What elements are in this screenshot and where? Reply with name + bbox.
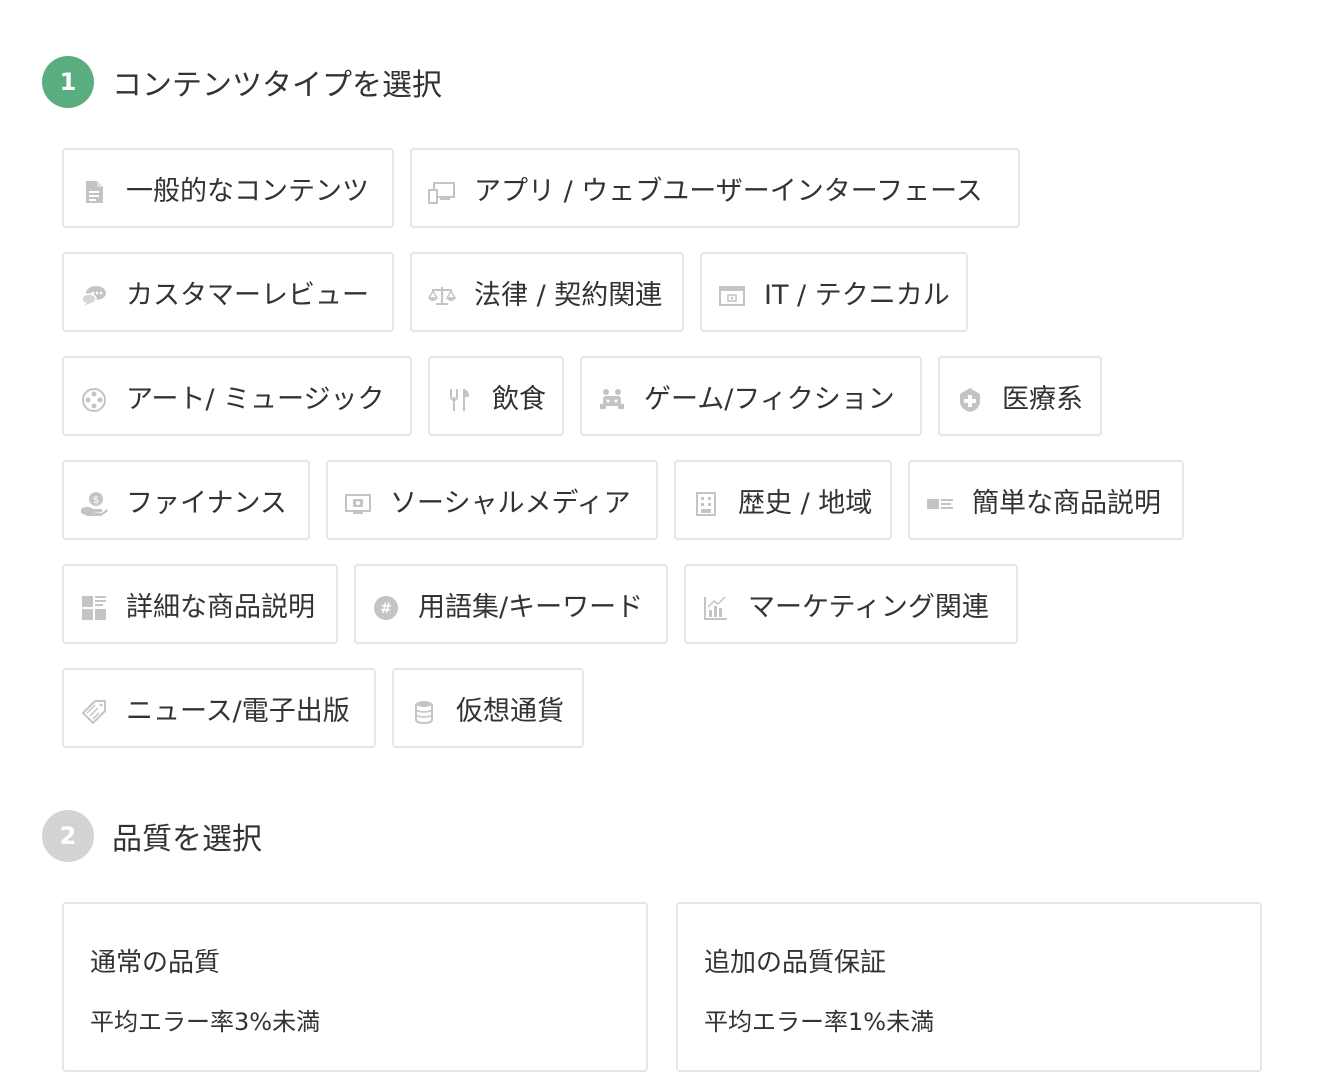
content-type-label: 簡単な商品説明: [972, 487, 1161, 519]
step-1-badge: 1: [42, 56, 94, 108]
quality-option-description: 平均エラー率1%未満: [704, 1008, 935, 1036]
tag-icon: [80, 698, 108, 726]
step-2-badge: 2: [42, 810, 94, 862]
svg-text:#: #: [380, 601, 392, 617]
social-screen-icon: [344, 490, 372, 518]
content-type-label: ソーシャルメディア: [390, 487, 631, 519]
content-type-legal[interactable]: 法律 / 契約関連: [410, 252, 684, 332]
coin-stack-icon: [410, 698, 438, 726]
document-icon: [80, 178, 108, 206]
content-type-app-web-ui[interactable]: アプリ / ウェブユーザーインターフェース: [410, 148, 1020, 228]
content-type-game-fiction[interactable]: ゲーム/フィクション: [580, 356, 922, 436]
quality-option-title: 通常の品質: [90, 948, 221, 978]
scales-icon: [428, 282, 456, 310]
content-type-art-music[interactable]: アート/ ミュージック: [62, 356, 412, 436]
content-type-glossary-keywords[interactable]: # 用語集/キーワード: [354, 564, 668, 644]
money-hand-icon: $: [80, 490, 108, 518]
content-type-label: 歴史 / 地域: [738, 487, 873, 519]
content-type-medical[interactable]: 医療系: [938, 356, 1102, 436]
chat-icon: [80, 282, 108, 310]
content-type-social-media[interactable]: ソーシャルメディア: [326, 460, 658, 540]
step-2-title: 品質を選択: [112, 822, 262, 857]
content-type-marketing[interactable]: マーケティング関連: [684, 564, 1018, 644]
quality-option-title: 追加の品質保証: [704, 948, 887, 978]
product-grid-icon: [80, 594, 108, 622]
step-1-header: 1 コンテンツタイプを選択: [42, 56, 442, 108]
content-type-label: 医療系: [1002, 383, 1083, 415]
step-2-header: 2 品質を選択: [42, 810, 262, 862]
quality-option-standard[interactable]: 通常の品質 平均エラー率3%未満: [62, 902, 648, 1072]
utensils-icon: [446, 386, 474, 414]
content-type-label: アート/ ミュージック: [126, 383, 385, 415]
content-type-label: 飲食: [492, 383, 546, 415]
film-reel-icon: [80, 386, 108, 414]
content-type-detailed-product-description[interactable]: 詳細な商品説明: [62, 564, 338, 644]
content-type-customer-reviews[interactable]: カスタマーレビュー: [62, 252, 394, 332]
content-type-food-beverage[interactable]: 飲食: [428, 356, 564, 436]
content-type-label: ファイナンス: [126, 487, 287, 519]
content-type-cryptocurrency[interactable]: 仮想通貨: [392, 668, 584, 748]
product-card-icon: [926, 490, 954, 518]
content-type-label: アプリ / ウェブユーザーインターフェース: [474, 175, 983, 207]
content-type-label: 用語集/キーワード: [418, 591, 644, 623]
content-type-label: IT / テクニカル: [764, 279, 950, 311]
medical-shield-icon: [956, 386, 984, 414]
browser-window-icon: [718, 282, 746, 310]
svg-text:$: $: [93, 495, 99, 506]
content-type-news-epublishing[interactable]: ニュース/電子出版: [62, 668, 376, 748]
building-icon: [692, 490, 720, 518]
content-type-general[interactable]: 一般的なコンテンツ: [62, 148, 394, 228]
step-1-title: コンテンツタイプを選択: [112, 68, 442, 103]
quality-option-description: 平均エラー率3%未満: [90, 1008, 321, 1036]
content-type-it-technical[interactable]: IT / テクニカル: [700, 252, 968, 332]
content-type-label: 一般的なコンテンツ: [126, 175, 369, 207]
content-type-label: カスタマーレビュー: [126, 279, 369, 311]
content-type-label: 詳細な商品説明: [126, 591, 315, 623]
devices-icon: [428, 178, 456, 206]
content-type-label: ゲーム/フィクション: [644, 383, 895, 415]
hashtag-icon: #: [372, 594, 400, 622]
bar-chart-icon: [702, 594, 730, 622]
content-type-history-region[interactable]: 歴史 / 地域: [674, 460, 892, 540]
content-type-label: 法律 / 契約関連: [474, 279, 663, 311]
game-character-icon: [598, 386, 626, 414]
content-type-finance[interactable]: $ ファイナンス: [62, 460, 310, 540]
quality-option-extra-qa[interactable]: 追加の品質保証 平均エラー率1%未満: [676, 902, 1262, 1072]
content-type-label: ニュース/電子出版: [126, 695, 350, 727]
content-type-label: マーケティング関連: [748, 591, 989, 623]
content-type-simple-product-description[interactable]: 簡単な商品説明: [908, 460, 1184, 540]
content-type-label: 仮想通貨: [456, 695, 564, 727]
translation-order-form: 1 コンテンツタイプを選択 一般的なコンテンツ アプリ / ウェブユーザーインタ…: [0, 0, 1318, 1088]
